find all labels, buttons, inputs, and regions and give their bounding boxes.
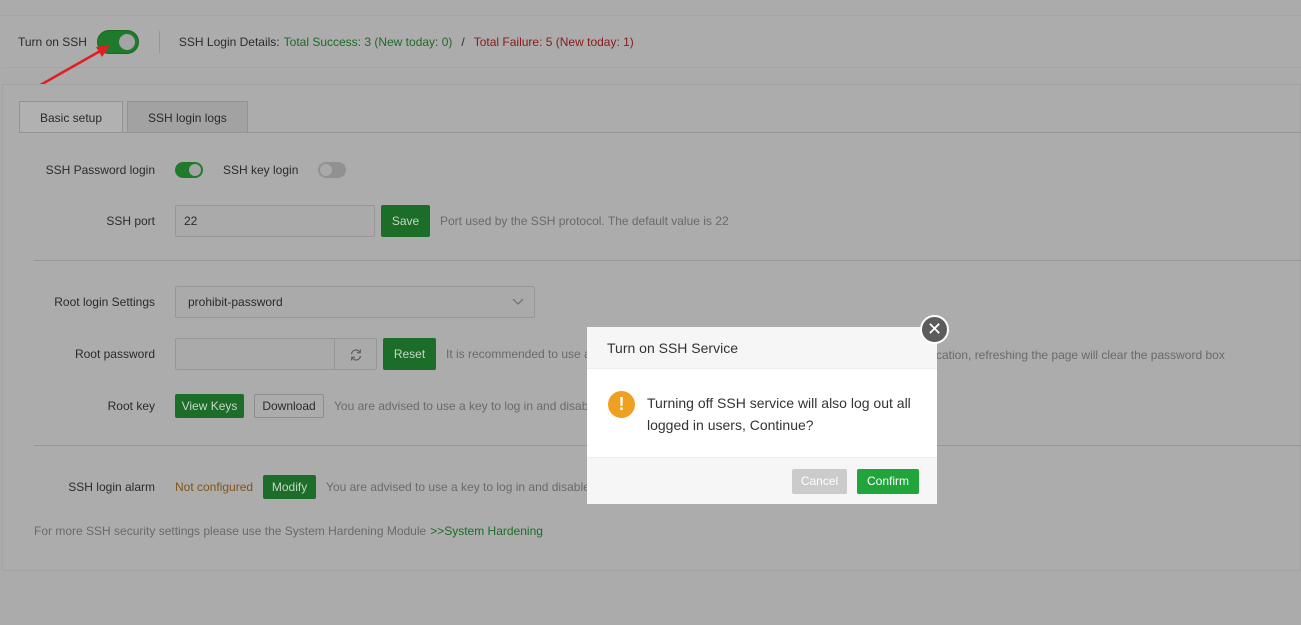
hardening-note: For more SSH security settings please us… — [34, 523, 543, 539]
root-login-selected-value: prohibit-password — [188, 295, 283, 309]
ssh-port-row: SSH port 22 Save Port used by the SSH pr… — [33, 205, 729, 237]
tab-basic-setup[interactable]: Basic setup — [19, 101, 124, 133]
close-icon[interactable]: ✕ — [920, 315, 949, 344]
refresh-icon — [350, 349, 362, 361]
login-alarm-label: SSH login alarm — [68, 480, 155, 494]
password-login-toggle-knob — [189, 164, 201, 176]
login-success-count: Total Success: 3 (New today: 0) — [283, 34, 453, 49]
login-alarm-hint: You are advised to use a key to log in a… — [326, 480, 590, 494]
section-divider — [34, 260, 1301, 261]
vertical-divider — [158, 30, 160, 53]
dialog-message: Turning off SSH service will also log ou… — [647, 395, 911, 433]
confirm-button[interactable]: Confirm — [857, 469, 919, 494]
login-failure-count: Total Failure: 5 (New today: 1) — [473, 34, 634, 49]
ssh-port-input[interactable]: 22 — [175, 205, 375, 237]
tab-bar: Basic setup SSH login logs — [19, 101, 252, 133]
root-login-label: Root login Settings — [54, 295, 155, 309]
ssh-status-bar: Turn on SSH SSH Login Details: Total Suc… — [2, 15, 1301, 68]
login-alarm-row: SSH login alarm Not configured Modify Yo… — [33, 475, 590, 499]
tab-underline — [19, 132, 1301, 133]
save-port-button[interactable]: Save — [381, 205, 430, 237]
root-key-label: Root key — [107, 399, 155, 413]
view-keys-button[interactable]: View Keys — [175, 394, 244, 418]
system-hardening-link[interactable]: >>System Hardening — [430, 524, 543, 538]
dialog-title: Turn on SSH Service — [587, 327, 937, 369]
root-key-row: Root key View Keys Download You are advi… — [33, 394, 591, 418]
root-login-select[interactable]: prohibit-password — [175, 286, 535, 318]
key-login-label: SSH key login — [223, 163, 299, 177]
tab-ssh-login-logs[interactable]: SSH login logs — [127, 101, 248, 133]
ssh-port-hint: Port used by the SSH protocol. The defau… — [440, 214, 729, 228]
hardening-note-text: For more SSH security settings please us… — [34, 524, 427, 538]
root-password-hint-continued: cation, refreshing the page will clear t… — [936, 348, 1225, 362]
root-password-row: Root password Reset It is recommended to… — [33, 338, 591, 370]
password-login-label: SSH Password login — [45, 163, 155, 177]
confirm-dialog: Turn on SSH Service ! Turning off SSH se… — [587, 327, 937, 504]
login-mode-row: SSH Password login SSH key login — [33, 161, 347, 179]
dialog-footer: Cancel Confirm — [587, 457, 937, 504]
key-login-toggle-knob — [320, 164, 333, 176]
details-separator: / — [461, 34, 465, 49]
root-login-row: Root login Settings prohibit-password — [33, 286, 535, 318]
root-password-hint: It is recommended to use a — [446, 347, 591, 361]
key-login-toggle[interactable] — [318, 162, 347, 178]
ssh-port-label: SSH port — [106, 214, 155, 228]
reset-password-button[interactable]: Reset — [383, 338, 436, 370]
warning-icon: ! — [608, 391, 635, 418]
alarm-status: Not configured — [175, 480, 254, 494]
root-password-input[interactable] — [175, 338, 335, 370]
root-key-hint: You are advised to use a key to log in a… — [334, 399, 592, 413]
chevron-down-icon — [512, 298, 524, 305]
root-password-label: Root password — [74, 347, 155, 361]
login-details-label: SSH Login Details: — [178, 34, 280, 49]
download-key-button[interactable]: Download — [254, 394, 324, 418]
password-login-toggle[interactable] — [175, 162, 203, 178]
modify-alarm-button[interactable]: Modify — [263, 475, 317, 499]
ssh-toggle-knob — [118, 33, 135, 50]
cancel-button[interactable]: Cancel — [792, 469, 847, 494]
dialog-body: ! Turning off SSH service will also log … — [587, 370, 937, 458]
refresh-password-button[interactable] — [335, 338, 377, 370]
